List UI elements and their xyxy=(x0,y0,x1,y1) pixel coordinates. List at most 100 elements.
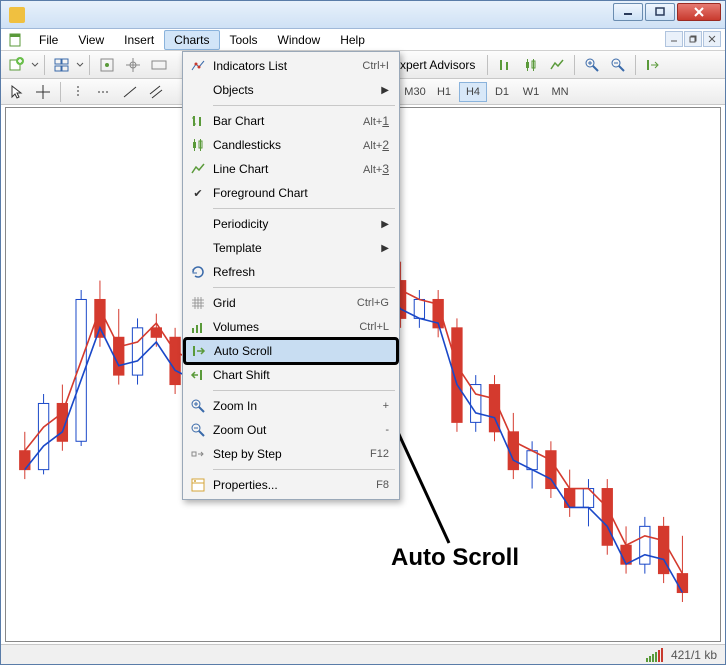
dropdown-arrow-icon[interactable] xyxy=(31,57,39,73)
menu-item-label: Bar Chart xyxy=(209,114,363,128)
menu-item-candlesticks[interactable]: CandlesticksAlt+2 xyxy=(185,133,397,157)
menu-item-label: Zoom In xyxy=(209,399,383,413)
menu-item-auto-scroll[interactable]: Auto Scroll xyxy=(185,339,397,363)
menu-item-foreground-chart[interactable]: ✔Foreground Chart xyxy=(185,181,397,205)
statusbar: 421/1 kb xyxy=(1,644,725,664)
terminal-button[interactable] xyxy=(147,54,171,76)
menu-window[interactable]: Window xyxy=(268,30,331,50)
window-controls xyxy=(613,3,721,21)
connection-bars-icon xyxy=(646,648,663,662)
menu-item-label: Grid xyxy=(209,296,357,310)
menu-item-indicators-list[interactable]: Indicators ListCtrl+I xyxy=(185,54,397,78)
zoom-in-button[interactable] xyxy=(580,54,604,76)
annotation-label: Auto Scroll xyxy=(391,544,519,572)
menu-item-label: Refresh xyxy=(209,265,389,279)
timeframe-m30[interactable]: M30 xyxy=(401,82,429,102)
menubar: FileViewInsertChartsToolsWindowHelp xyxy=(1,29,725,51)
zoom-out-button[interactable] xyxy=(606,54,630,76)
grid-icon xyxy=(187,295,209,311)
dropdown-arrow-icon[interactable] xyxy=(76,57,84,73)
menu-item-objects[interactable]: Objects▶ xyxy=(185,78,397,102)
menu-item-shortcut: Ctrl+G xyxy=(357,297,389,309)
cursor-button[interactable] xyxy=(5,81,29,103)
submenu-arrow-icon: ▶ xyxy=(381,85,389,96)
menu-item-bar-chart[interactable]: Bar ChartAlt+1 xyxy=(185,109,397,133)
document-icon xyxy=(7,31,25,49)
timeframe-h4[interactable]: H4 xyxy=(459,82,487,102)
menu-item-label: Objects xyxy=(209,83,381,97)
bar-chart-icon xyxy=(187,113,209,129)
traffic-label: 421/1 kb xyxy=(671,648,717,662)
menu-item-label: Auto Scroll xyxy=(210,344,388,358)
timeframe-w1[interactable]: W1 xyxy=(517,82,545,102)
menu-separator xyxy=(213,208,395,209)
bar-chart-button[interactable] xyxy=(493,54,517,76)
menu-item-step-by-step[interactable]: Step by StepF12 xyxy=(185,442,397,466)
menu-item-zoom-out[interactable]: Zoom Out- xyxy=(185,418,397,442)
candle-chart-button[interactable] xyxy=(519,54,543,76)
app-icon xyxy=(9,7,25,23)
menu-view[interactable]: View xyxy=(68,30,114,50)
menu-item-shortcut: F8 xyxy=(376,479,389,491)
menu-item-label: Indicators List xyxy=(209,59,362,73)
menu-item-label: Periodicity xyxy=(209,217,381,231)
submenu-arrow-icon: ▶ xyxy=(381,243,389,254)
menu-item-shortcut: Ctrl+L xyxy=(359,321,389,333)
menu-item-zoom-in[interactable]: Zoom In+ xyxy=(185,394,397,418)
candlesticks-icon xyxy=(187,137,209,153)
mdi-restore-button[interactable] xyxy=(684,31,702,47)
menu-tools[interactable]: Tools xyxy=(220,30,268,50)
menu-item-label: Chart Shift xyxy=(209,368,389,382)
zoom-out-icon xyxy=(187,422,209,438)
menu-item-label: Candlesticks xyxy=(209,138,363,152)
menu-item-chart-shift[interactable]: Chart Shift xyxy=(185,363,397,387)
navigator-button[interactable] xyxy=(121,54,145,76)
menu-item-label: Template xyxy=(209,241,381,255)
menu-item-template[interactable]: Template▶ xyxy=(185,236,397,260)
line-chart-button[interactable] xyxy=(545,54,569,76)
menu-item-periodicity[interactable]: Periodicity▶ xyxy=(185,212,397,236)
menu-item-label: Zoom Out xyxy=(209,423,385,437)
menu-file[interactable]: File xyxy=(29,30,68,50)
mdi-minimize-button[interactable] xyxy=(665,31,683,47)
expert-advisors-label: Expert Advisors xyxy=(392,58,475,72)
menu-item-shortcut: F12 xyxy=(370,448,389,460)
menu-item-line-chart[interactable]: Line ChartAlt+3 xyxy=(185,157,397,181)
menu-charts[interactable]: Charts xyxy=(164,30,219,50)
menu-item-refresh[interactable]: Refresh xyxy=(185,260,397,284)
menu-item-shortcut: + xyxy=(383,400,389,412)
menu-item-shortcut: Alt+2 xyxy=(363,138,389,152)
timeframe-mn[interactable]: MN xyxy=(546,82,574,102)
menu-help[interactable]: Help xyxy=(330,30,375,50)
menu-item-shortcut: Alt+3 xyxy=(363,162,389,176)
menu-separator xyxy=(213,469,395,470)
market-watch-button[interactable] xyxy=(95,54,119,76)
chart-shift-icon xyxy=(187,367,209,383)
horizontal-line-button[interactable] xyxy=(92,81,116,103)
refresh-icon xyxy=(187,264,209,280)
blank-icon: ✔ xyxy=(187,187,209,200)
timeframe-d1[interactable]: D1 xyxy=(488,82,516,102)
channel-button[interactable] xyxy=(144,81,168,103)
submenu-arrow-icon: ▶ xyxy=(381,219,389,230)
minimize-button[interactable] xyxy=(613,3,643,21)
menu-item-volumes[interactable]: VolumesCtrl+L xyxy=(185,315,397,339)
timeframe-h1[interactable]: H1 xyxy=(430,82,458,102)
menu-item-label: Step by Step xyxy=(209,447,370,461)
profiles-button[interactable] xyxy=(50,54,74,76)
close-button[interactable] xyxy=(677,3,721,21)
vertical-line-button[interactable] xyxy=(66,81,90,103)
charts-menu-dropdown: Indicators ListCtrl+IObjects▶Bar ChartAl… xyxy=(182,51,400,500)
volumes-icon xyxy=(187,319,209,335)
menu-item-grid[interactable]: GridCtrl+G xyxy=(185,291,397,315)
new-chart-button[interactable] xyxy=(5,54,29,76)
menu-separator xyxy=(213,287,395,288)
maximize-button[interactable] xyxy=(645,3,675,21)
auto-scroll-button[interactable] xyxy=(641,54,665,76)
menu-item-properties[interactable]: Properties...F8 xyxy=(185,473,397,497)
trendline-button[interactable] xyxy=(118,81,142,103)
crosshair-button[interactable] xyxy=(31,81,55,103)
menu-insert[interactable]: Insert xyxy=(114,30,164,50)
mdi-close-button[interactable] xyxy=(703,31,721,47)
step-icon xyxy=(187,446,209,462)
